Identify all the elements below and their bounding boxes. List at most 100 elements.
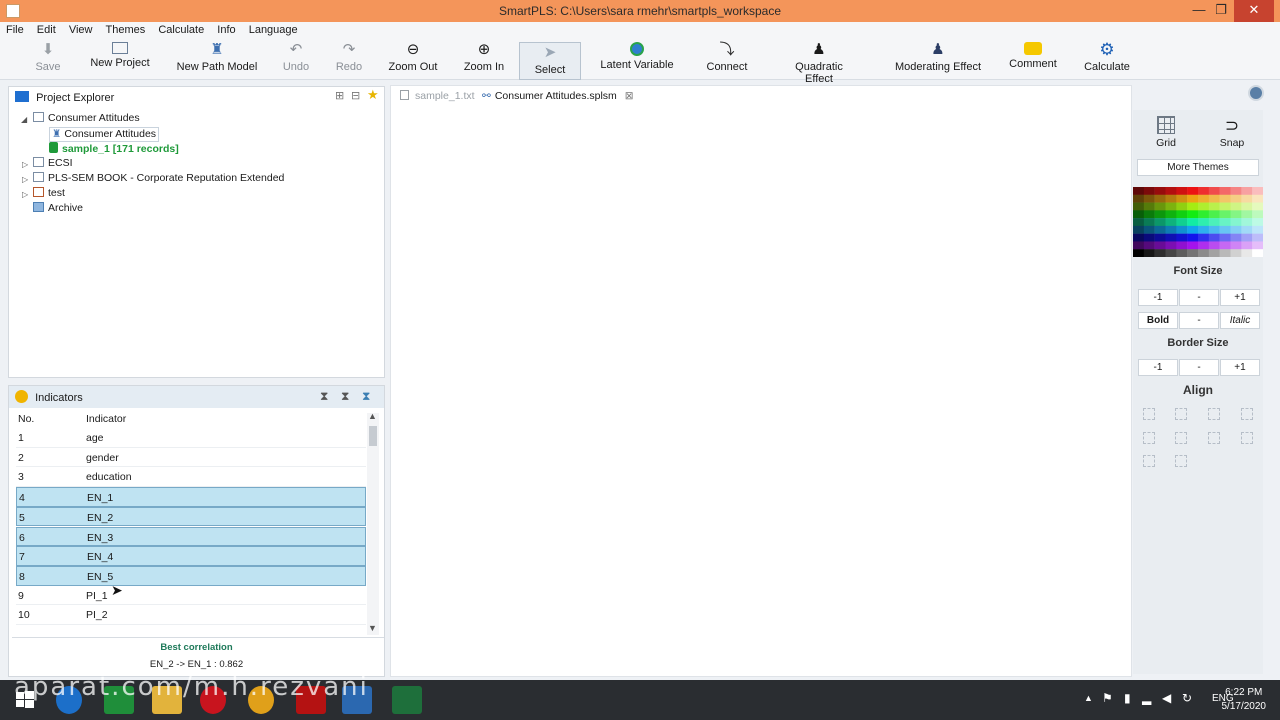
snap-button[interactable]: ⊃ Snap	[1217, 116, 1247, 149]
palette-swatch[interactable]	[1208, 194, 1220, 203]
palette-swatch[interactable]	[1219, 202, 1231, 211]
table-row[interactable]: 6 EN_3	[16, 526, 366, 547]
latent-variable-button[interactable]: Latent Variable	[600, 42, 674, 78]
palette-swatch[interactable]	[1230, 233, 1242, 242]
connect-button[interactable]: ⤵ Connect	[704, 42, 750, 78]
palette-swatch[interactable]	[1208, 218, 1220, 227]
palette-swatch[interactable]	[1198, 233, 1210, 242]
expand-all-icon[interactable]: ⊞	[335, 89, 344, 102]
save-button[interactable]: ⬇ Save	[32, 42, 64, 78]
palette-swatch[interactable]	[1165, 202, 1177, 211]
palette-swatch[interactable]	[1154, 225, 1166, 234]
palette-swatch[interactable]	[1133, 187, 1145, 195]
palette-swatch[interactable]	[1187, 194, 1199, 203]
palette-swatch[interactable]	[1154, 194, 1166, 203]
filter-clear-icon[interactable]: ⧗	[362, 389, 370, 404]
collapse-arrow-icon[interactable]: ▷	[22, 175, 28, 184]
flag-icon[interactable]: ⚑	[1102, 691, 1113, 705]
palette-swatch[interactable]	[1230, 241, 1242, 250]
filter-add-icon[interactable]: ⧗	[341, 389, 349, 404]
project-test[interactable]: test	[33, 187, 65, 202]
style-reset-button[interactable]: -	[1179, 312, 1219, 329]
battery-icon[interactable]: ▮	[1124, 691, 1131, 705]
collapse-arrow-icon[interactable]: ▷	[22, 190, 28, 199]
palette-swatch[interactable]	[1252, 194, 1263, 203]
palette-swatch[interactable]	[1219, 218, 1231, 227]
quadratic-effect-button[interactable]: ♟ Quadratic Effect	[780, 42, 858, 86]
palette-swatch[interactable]	[1241, 187, 1253, 195]
palette-swatch[interactable]	[1219, 241, 1231, 250]
palette-swatch[interactable]	[1176, 233, 1188, 242]
palette-swatch[interactable]	[1165, 210, 1177, 219]
border-size-increase-button[interactable]: +1	[1220, 359, 1260, 376]
select-button[interactable]: ➤ Select	[519, 42, 581, 80]
align-middle-icon[interactable]	[1143, 432, 1155, 444]
close-button[interactable]: ✕	[1234, 0, 1274, 22]
palette-swatch[interactable]	[1208, 187, 1220, 195]
comment-button[interactable]: Comment	[1008, 42, 1058, 78]
palette-swatch[interactable]	[1133, 225, 1145, 234]
menu-themes[interactable]: Themes	[100, 22, 150, 36]
italic-button[interactable]: Italic	[1220, 312, 1260, 329]
dataset-sample-1[interactable]: sample_1 [171 records]	[49, 142, 179, 157]
palette-swatch[interactable]	[1208, 202, 1220, 211]
border-size-decrease-button[interactable]: -1	[1138, 359, 1178, 376]
scroll-thumb[interactable]	[369, 426, 377, 446]
palette-swatch[interactable]	[1154, 249, 1166, 257]
sync-icon[interactable]: ↻	[1182, 691, 1192, 705]
palette-swatch[interactable]	[1241, 210, 1253, 219]
font-size-increase-button[interactable]: +1	[1220, 289, 1260, 306]
palette-swatch[interactable]	[1219, 233, 1231, 242]
palette-swatch[interactable]	[1176, 225, 1188, 234]
palette-swatch[interactable]	[1143, 241, 1155, 250]
table-row[interactable]: 10 PI_2	[16, 605, 366, 625]
menu-edit[interactable]: Edit	[31, 22, 60, 36]
menu-calculate[interactable]: Calculate	[152, 22, 208, 36]
palette-swatch[interactable]	[1187, 202, 1199, 211]
palette-swatch[interactable]	[1143, 187, 1155, 195]
palette-swatch[interactable]	[1241, 225, 1253, 234]
calculate-button[interactable]: ⚙ Calculate	[1082, 41, 1132, 78]
palette-swatch[interactable]	[1133, 194, 1145, 203]
table-row[interactable]: 1 age	[16, 428, 366, 448]
palette-swatch[interactable]	[1198, 225, 1210, 234]
project-pls-sem-book[interactable]: PLS-SEM BOOK - Corporate Reputation Exte…	[33, 172, 284, 187]
palette-swatch[interactable]	[1230, 187, 1242, 195]
tray-arrow-icon[interactable]: ▲	[1084, 693, 1093, 703]
table-row[interactable]: 8 EN_5	[16, 565, 366, 586]
palette-swatch[interactable]	[1154, 187, 1166, 195]
tab-consumer-attitudes[interactable]: ⚯ Consumer Attitudes.splsm ⊠	[482, 90, 634, 102]
filter-icon[interactable]: ⧗	[320, 389, 328, 404]
border-size-reset-button[interactable]: -	[1179, 359, 1219, 376]
palette-swatch[interactable]	[1230, 194, 1242, 203]
volume-icon[interactable]: ◀	[1162, 691, 1171, 705]
palette-swatch[interactable]	[1187, 249, 1199, 257]
palette-swatch[interactable]	[1208, 241, 1220, 250]
align-center-icon[interactable]	[1175, 408, 1187, 420]
palette-swatch[interactable]	[1219, 210, 1231, 219]
palette-swatch[interactable]	[1143, 249, 1155, 257]
palette-swatch[interactable]	[1230, 218, 1242, 227]
table-row[interactable]: 2 gender	[16, 448, 366, 468]
palette-swatch[interactable]	[1187, 218, 1199, 227]
palette-swatch[interactable]	[1176, 202, 1188, 211]
palette-swatch[interactable]	[1208, 233, 1220, 242]
palette-swatch[interactable]	[1219, 249, 1231, 257]
palette-swatch[interactable]	[1133, 210, 1145, 219]
palette-swatch[interactable]	[1252, 187, 1263, 195]
maximize-button[interactable]: ❐	[1208, 0, 1234, 22]
palette-toggle-icon[interactable]	[1248, 85, 1264, 101]
menu-info[interactable]: Info	[211, 22, 239, 36]
bold-button[interactable]: Bold	[1138, 312, 1178, 329]
palette-swatch[interactable]	[1241, 218, 1253, 227]
redo-button[interactable]: ↷ Redo	[332, 42, 366, 78]
palette-swatch[interactable]	[1133, 249, 1145, 257]
table-scrollbar[interactable]: ▲ ▼	[367, 411, 379, 635]
palette-swatch[interactable]	[1133, 218, 1145, 227]
palette-swatch[interactable]	[1241, 249, 1253, 257]
palette-swatch[interactable]	[1187, 241, 1199, 250]
palette-swatch[interactable]	[1241, 202, 1253, 211]
palette-swatch[interactable]	[1252, 210, 1263, 219]
palette-swatch[interactable]	[1154, 210, 1166, 219]
more-themes-button[interactable]: More Themes	[1137, 159, 1259, 176]
